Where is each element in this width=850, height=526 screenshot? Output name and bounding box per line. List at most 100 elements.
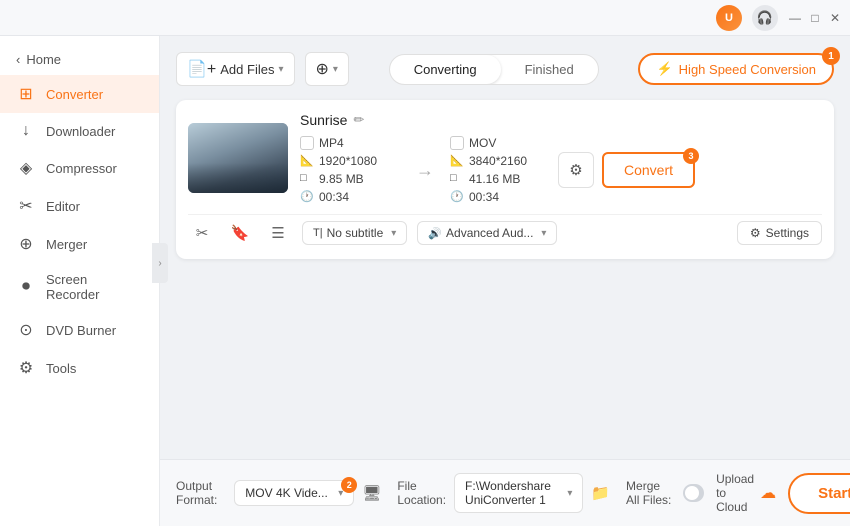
settings-button[interactable]: ⚙ Settings [737,221,822,245]
file-location-select[interactable]: F:\Wondershare UniConverter 1 ▾ [454,473,583,513]
file-item-bottom: ✂ 🔖 ☰ T| No subtitle ▾ 🔊 Advanced Aud...… [188,214,822,247]
sidebar-item-merger[interactable]: ⊕ Merger [0,225,159,263]
dest-duration-field: 🕐 00:34 [450,190,550,204]
sidebar-item-compressor[interactable]: ◈ Compressor [0,149,159,187]
sidebar-item-label-editor: Editor [46,199,80,214]
start-all-wrapper: Start All 3 [788,473,850,514]
convert-badge: 3 [683,148,699,164]
format-dest: MOV 📐 3840*2160 □ 41.16 MB 🕐 [450,136,550,204]
audio-label: Advanced Aud... [446,226,533,240]
dest-resolution-field: 📐 3840*2160 [450,154,550,168]
subtitle-chevron: ▾ [391,228,396,239]
gear-settings-button[interactable]: ⚙ [558,152,594,188]
merge-files-field: Merge All Files: [626,479,704,507]
user-avatar: U [716,5,742,31]
sidebar-item-label-tools: Tools [46,361,76,376]
audio-chevron: ▾ [541,228,546,239]
output-format-select[interactable]: MOV 4K Vide... ▾ 2 [234,480,354,506]
maximize-button[interactable]: □ [808,11,822,25]
sidebar: ‹ Home ⊞ Converter ↓ Downloader ◈ Compre… [0,36,160,526]
add-files-button[interactable]: 📄+ Add Files ▾ [176,52,295,86]
upload-cloud-field: Upload to Cloud ☁ [716,472,776,514]
headset-icon-button[interactable]: 🎧 [752,5,778,31]
source-format-checkbox [300,136,314,150]
source-size: 9.85 MB [319,172,364,186]
sidebar-item-editor[interactable]: ✂ Editor [0,187,159,225]
file-item: Sunrise ✏ MP4 📐 1920*1080 [176,100,834,259]
audio-icon: 🔊 [428,227,442,240]
sidebar-item-tools[interactable]: ⚙ Tools [0,349,159,387]
sidebar-item-dvd-burner[interactable]: ⊙ DVD Burner [0,311,159,349]
dest-resolution-icon: 📐 [450,154,464,168]
sidebar-item-downloader[interactable]: ↓ Downloader [0,113,159,149]
add-more-chevron: ▾ [333,64,338,75]
tools-icon: ⚙ [16,358,36,378]
source-resolution-icon: 📐 [300,154,314,168]
sidebar-back-button[interactable]: ‹ Home [0,44,159,75]
file-location-chevron: ▾ [567,488,572,499]
scissors-button[interactable]: ✂ [188,219,216,247]
source-size-field: □ 9.85 MB [300,172,400,186]
file-name: Sunrise [300,112,347,128]
folder-icon-button[interactable]: 📁 [591,479,610,507]
dest-size: 41.16 MB [469,172,520,186]
tab-finished[interactable]: Finished [501,55,598,84]
merger-icon: ⊕ [16,234,36,254]
list-button[interactable]: ☰ [264,219,292,247]
add-more-button[interactable]: ⊕ ▾ [305,52,349,86]
convert-arrow-icon: → [408,160,442,181]
sidebar-collapse-button[interactable]: › [152,243,168,283]
close-button[interactable]: ✕ [828,11,842,25]
tab-converting[interactable]: Converting [390,55,501,84]
downloader-icon: ↓ [16,122,36,140]
output-format-badge: 2 [341,477,357,493]
source-duration: 00:34 [319,190,349,204]
merge-files-label: Merge All Files: [626,479,675,507]
footer: Output Format: MOV 4K Vide... ▾ 2 🖥 File… [160,459,850,526]
file-location-value: F:\Wondershare UniConverter 1 [465,479,563,507]
dest-format-checkbox [450,136,464,150]
topbar: 📄+ Add Files ▾ ⊕ ▾ Converting Finished ⚡… [176,52,834,86]
subtitle-label: No subtitle [327,226,384,240]
file-name-row: Sunrise ✏ [300,112,822,128]
lightning-icon: ⚡ [656,61,672,77]
merge-files-toggle[interactable] [683,484,704,502]
settings-gear-icon: ⚙ [750,226,761,240]
add-files-icon: 📄+ [187,59,216,79]
bookmark-button[interactable]: 🔖 [226,219,254,247]
sidebar-item-screen-recorder[interactable]: ⏺ Screen Recorder [0,263,159,311]
source-resolution-field: 📐 1920*1080 [300,154,400,168]
dest-duration: 00:34 [469,190,499,204]
format-row: MP4 📐 1920*1080 □ 9.85 MB 🕐 [300,136,822,204]
output-format-icon-button[interactable]: 🖥 [362,479,381,507]
sidebar-item-label-compressor: Compressor [46,161,117,176]
dest-size-icon: □ [450,172,464,186]
minimize-button[interactable]: — [788,11,802,25]
dest-format: MOV [469,136,496,150]
edit-icon[interactable]: ✏ [353,112,364,128]
dest-resolution: 3840*2160 [469,154,527,168]
subtitle-select[interactable]: T| No subtitle ▾ [302,221,407,245]
start-all-button[interactable]: Start All [788,473,850,514]
file-thumbnail [188,123,288,193]
add-files-chevron: ▾ [278,64,283,75]
convert-button[interactable]: Convert [602,152,695,188]
main-layout: ‹ Home ⊞ Converter ↓ Downloader ◈ Compre… [0,36,850,526]
back-arrow-icon: ‹ [16,52,20,67]
title-bar: U 🎧 — □ ✕ [0,0,850,36]
output-format-value: MOV 4K Vide... [245,486,327,500]
dest-format-field: MOV [450,136,550,150]
audio-select[interactable]: 🔊 Advanced Aud... ▾ [417,221,557,245]
compressor-icon: ◈ [16,158,36,178]
sidebar-item-label-merger: Merger [46,237,87,252]
title-bar-controls: U 🎧 — □ ✕ [716,5,842,31]
sidebar-item-converter[interactable]: ⊞ Converter [0,75,159,113]
footer-right: Merge All Files: Upload to Cloud ☁ Start… [626,472,850,514]
sidebar-item-label-dvd-burner: DVD Burner [46,323,116,338]
dvd-burner-icon: ⊙ [16,320,36,340]
file-info: Sunrise ✏ MP4 📐 1920*1080 [300,112,822,204]
convert-btn-wrapper: Convert 3 [602,152,695,188]
converter-icon: ⊞ [16,84,36,104]
editor-icon: ✂ [16,196,36,216]
high-speed-button[interactable]: ⚡ High Speed Conversion [638,53,834,85]
